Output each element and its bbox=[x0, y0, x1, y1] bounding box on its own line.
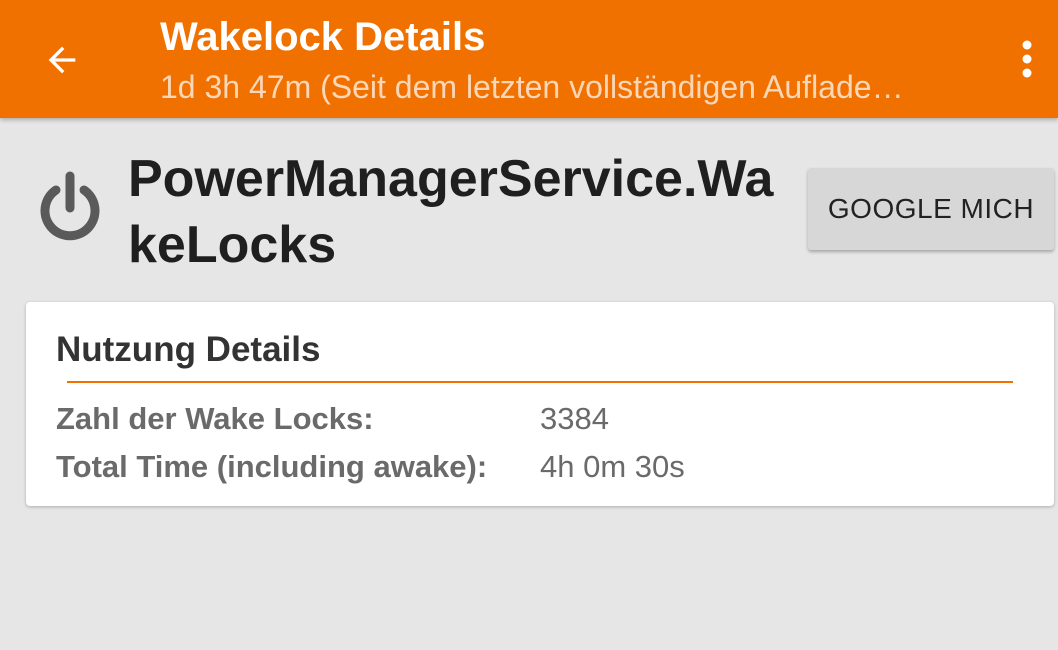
power-icon bbox=[30, 168, 110, 248]
page-subtitle: 1d 3h 47m (Seit dem letzten vollständige… bbox=[160, 69, 904, 105]
detail-row-total-time: Total Time (including awake): 4h 0m 30s bbox=[56, 444, 1036, 490]
action-bar: Wakelock Details 1d 3h 47m (Seit dem let… bbox=[0, 0, 1058, 118]
arrow-back-icon bbox=[48, 46, 76, 74]
card-title: Nutzung Details bbox=[56, 330, 321, 369]
back-button[interactable] bbox=[24, 22, 100, 98]
more-vert-icon bbox=[1022, 40, 1032, 78]
wakelock-name: PowerManagerService.WakeLocks bbox=[128, 150, 774, 274]
detail-label: Zahl der Wake Locks: bbox=[56, 401, 374, 436]
action-bar-titles: Wakelock Details 1d 3h 47m (Seit dem let… bbox=[160, 10, 980, 110]
usage-details-card: Nutzung Details Zahl der Wake Locks: 338… bbox=[26, 302, 1054, 506]
detail-row-wakelock-count: Zahl der Wake Locks: 3384 bbox=[56, 396, 1036, 442]
detail-label: Total Time (including awake): bbox=[56, 449, 488, 484]
detail-value: 4h 0m 30s bbox=[540, 449, 685, 484]
google-me-button[interactable]: GOOGLE MICH bbox=[808, 168, 1054, 250]
app-screen: Wakelock Details 1d 3h 47m (Seit dem let… bbox=[0, 0, 1058, 650]
page-title: Wakelock Details bbox=[160, 15, 486, 59]
detail-value: 3384 bbox=[540, 401, 609, 436]
card-divider bbox=[67, 381, 1013, 383]
overflow-menu-button[interactable] bbox=[1002, 28, 1052, 90]
